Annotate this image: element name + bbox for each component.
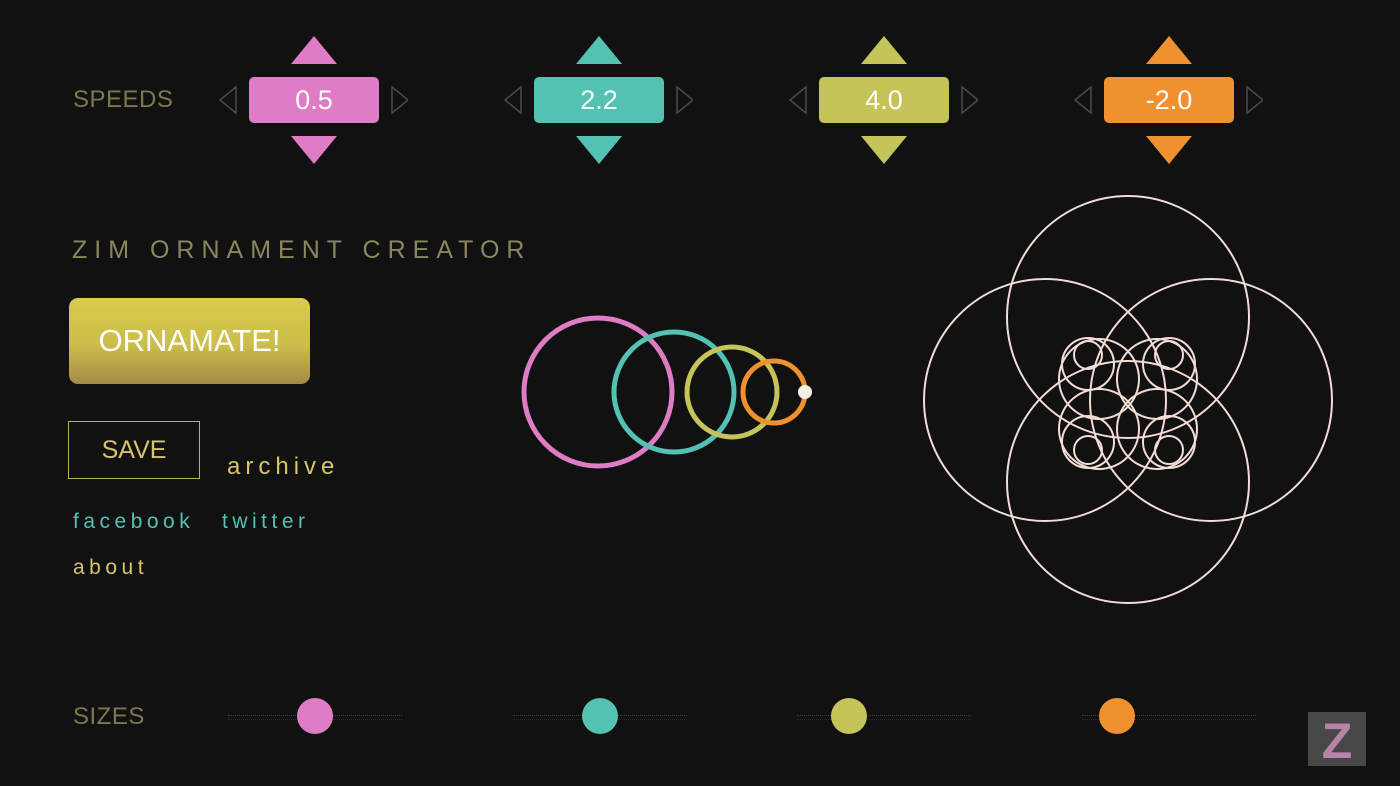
arrow-right-icon[interactable] [1246,85,1263,115]
zim-logo[interactable]: Z [1308,712,1366,766]
arrow-down-icon[interactable] [576,136,622,164]
arrow-down-icon[interactable] [291,136,337,164]
size-slider-1[interactable] [228,697,408,737]
speed-value[interactable]: 4.0 [819,77,949,123]
arrow-left-icon[interactable] [218,85,237,115]
slider-knob[interactable] [297,698,333,734]
pink-ring [521,315,675,469]
speed-stepper-4: -2.0 [1073,36,1263,166]
size-slider-4[interactable] [1082,697,1262,737]
sizes-label: SIZES [73,703,145,730]
size-slider-2[interactable] [513,697,693,737]
arrow-down-icon[interactable] [861,136,907,164]
ornament-pattern [923,195,1333,604]
arrow-left-icon[interactable] [1073,85,1092,115]
arrow-right-icon[interactable] [676,85,693,115]
svg-text:Z: Z [1322,713,1353,766]
speed-stepper-3: 4.0 [788,36,978,166]
twitter-link[interactable]: twitter [222,510,310,534]
arrow-down-icon[interactable] [1146,136,1192,164]
arrow-right-icon[interactable] [391,85,408,115]
facebook-link[interactable]: facebook [73,510,194,534]
arrow-up-icon[interactable] [291,36,337,64]
arrow-right-icon[interactable] [961,85,978,115]
page-title: ZIM ORNAMENT CREATOR [72,236,532,264]
slider-knob[interactable] [1099,698,1135,734]
ring-preview [521,315,812,469]
slider-track[interactable] [797,715,971,720]
arrow-up-icon[interactable] [861,36,907,64]
arrow-up-icon[interactable] [1146,36,1192,64]
arrow-up-icon[interactable] [576,36,622,64]
ornamate-button[interactable]: ORNAMATE! [69,298,310,384]
zim-logo-icon: Z [1308,712,1366,766]
speed-value[interactable]: 0.5 [249,77,379,123]
about-link[interactable]: about [73,556,148,580]
size-slider-3[interactable] [797,697,977,737]
slider-knob[interactable] [831,698,867,734]
arrow-left-icon[interactable] [503,85,522,115]
save-button[interactable]: SAVE [68,421,200,479]
speed-stepper-2: 2.2 [503,36,693,166]
speed-value[interactable]: 2.2 [534,77,664,123]
slider-knob[interactable] [582,698,618,734]
archive-link[interactable]: archive [227,453,339,481]
arrow-left-icon[interactable] [788,85,807,115]
speed-value[interactable]: -2.0 [1104,77,1234,123]
pen-dot [798,385,812,399]
speeds-label: SPEEDS [73,86,174,113]
speed-stepper-1: 0.5 [218,36,408,166]
